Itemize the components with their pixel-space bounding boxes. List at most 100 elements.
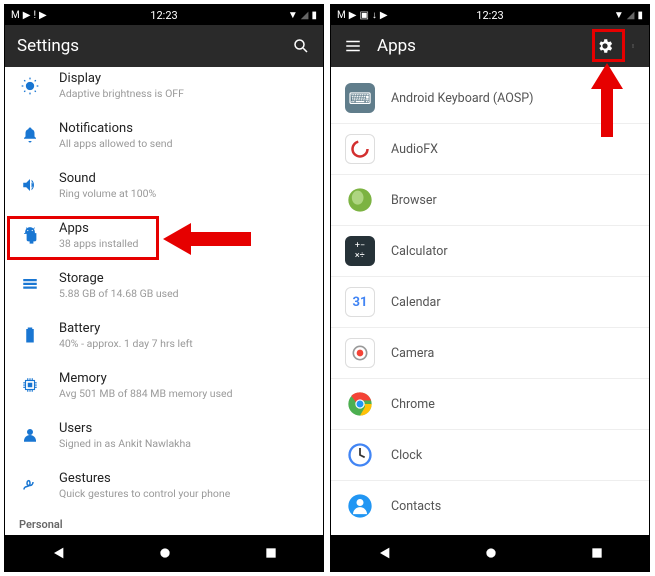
app-label: Browser xyxy=(391,193,437,208)
row-title: Gestures xyxy=(59,471,309,486)
wifi-icon: ▼ xyxy=(614,10,624,21)
storage-icon xyxy=(19,274,41,296)
status-bar: M ▶ ▣ ↓ ▶ 12:23 ▼ ◢ ▮ xyxy=(331,5,649,25)
section-personal: Personal xyxy=(5,510,323,535)
app-label: Android Keyboard (AOSP) xyxy=(391,91,534,106)
nav-bar xyxy=(5,535,323,571)
apps-title: Apps xyxy=(377,36,581,56)
row-subtitle: 5.88 GB of 14.68 GB used xyxy=(59,287,309,300)
gear-icon[interactable] xyxy=(595,36,615,56)
wifi-icon: ▼ xyxy=(288,10,298,21)
settings-title: Settings xyxy=(17,36,277,56)
settings-item-storage[interactable]: Storage5.88 GB of 14.68 GB used xyxy=(5,260,323,310)
row-title: Sound xyxy=(59,171,309,186)
signal-icon: ◢ xyxy=(627,10,635,21)
signal-icon: ◢ xyxy=(301,10,309,21)
play-icon: ▶ xyxy=(23,10,31,21)
audiofx-icon xyxy=(345,134,375,164)
battery-icon: ▮ xyxy=(637,10,643,21)
browser-icon xyxy=(345,185,375,215)
app-row-browser[interactable]: Browser xyxy=(331,174,649,225)
app-label: Contacts xyxy=(391,499,441,514)
contacts-icon xyxy=(345,491,375,521)
row-title: Users xyxy=(59,421,309,436)
clock-icon xyxy=(345,440,375,470)
settings-item-notifications[interactable]: NotificationsAll apps allowed to send xyxy=(5,110,323,160)
app-label: Clock xyxy=(391,448,422,463)
app-label: Chrome xyxy=(391,397,435,412)
camera-icon xyxy=(345,338,375,368)
play-icon: ▶ xyxy=(349,10,357,21)
battery-icon xyxy=(19,324,41,346)
nav-recent-icon[interactable] xyxy=(590,546,604,560)
memory-icon xyxy=(19,374,41,396)
row-subtitle: All apps allowed to send xyxy=(59,137,309,150)
row-subtitle: Quick gestures to control your phone xyxy=(59,487,309,500)
nav-back-icon[interactable] xyxy=(50,545,66,561)
settings-list: DisplayAdaptive brightness is OFF Notifi… xyxy=(5,67,323,535)
phone-settings: M ▶ ! ▶ 12:23 ▼ ◢ ▮ Settings DisplayAdap… xyxy=(4,4,324,572)
nav-home-icon[interactable] xyxy=(483,545,499,561)
settings-item-display[interactable]: DisplayAdaptive brightness is OFF xyxy=(5,67,323,110)
nav-back-icon[interactable] xyxy=(376,545,392,561)
settings-item-sound[interactable]: SoundRing volume at 100% xyxy=(5,160,323,210)
row-title: Apps xyxy=(59,221,309,236)
row-title: Display xyxy=(59,71,309,86)
status-time: 12:23 xyxy=(150,9,177,22)
nav-home-icon[interactable] xyxy=(157,545,173,561)
display-icon xyxy=(19,75,41,97)
row-subtitle: Signed in as Ankit Nawlakha xyxy=(59,437,309,450)
settings-item-apps[interactable]: Apps38 apps installed xyxy=(5,210,323,260)
gesture-icon xyxy=(19,474,41,496)
triangle-icon: ▶ xyxy=(39,10,47,21)
search-icon[interactable] xyxy=(291,36,311,56)
app-label: Calculator xyxy=(391,244,448,259)
bell-icon xyxy=(19,124,41,146)
overflow-icon[interactable] xyxy=(629,36,637,56)
settings-item-gestures[interactable]: GesturesQuick gestures to control your p… xyxy=(5,460,323,510)
app-label: Camera xyxy=(391,346,434,361)
row-subtitle: 40% - approx. 1 day 7 hrs left xyxy=(59,337,309,350)
app-row-chrome[interactable]: Chrome xyxy=(331,378,649,429)
gmail-icon: M xyxy=(337,10,346,21)
download-icon: ↓ xyxy=(372,10,377,21)
triangle-icon: ▶ xyxy=(380,10,388,21)
app-row-clock[interactable]: Clock xyxy=(331,429,649,480)
row-title: Notifications xyxy=(59,121,309,136)
settings-item-battery[interactable]: Battery40% - approx. 1 day 7 hrs left xyxy=(5,310,323,360)
apps-appbar: Apps xyxy=(331,25,649,67)
calculator-icon: +−×÷ xyxy=(345,236,375,266)
app-row-camera[interactable]: Camera xyxy=(331,327,649,378)
hamburger-icon[interactable] xyxy=(343,36,363,56)
row-subtitle: Ring volume at 100% xyxy=(59,187,309,200)
app-row-audiofx[interactable]: AudioFX xyxy=(331,123,649,174)
nav-bar xyxy=(331,535,649,571)
row-title: Storage xyxy=(59,271,309,286)
battery-icon: ▮ xyxy=(311,10,317,21)
settings-item-memory[interactable]: MemoryAvg 501 MB of 884 MB memory used xyxy=(5,360,323,410)
app-label: AudioFX xyxy=(391,142,438,157)
android-icon xyxy=(19,224,41,246)
app-row-keyboard[interactable]: ⌨ Android Keyboard (AOSP) xyxy=(331,67,649,123)
row-title: Battery xyxy=(59,321,309,336)
keyboard-icon: ⌨ xyxy=(345,83,375,113)
app-row-contacts[interactable]: Contacts xyxy=(331,480,649,531)
row-title: Memory xyxy=(59,371,309,386)
row-subtitle: 38 apps installed xyxy=(59,237,309,250)
row-subtitle: Adaptive brightness is OFF xyxy=(59,87,309,100)
sound-icon xyxy=(19,174,41,196)
user-icon xyxy=(19,424,41,446)
chrome-icon xyxy=(345,389,375,419)
phone-apps: M ▶ ▣ ↓ ▶ 12:23 ▼ ◢ ▮ Apps ⌨ Android Key… xyxy=(330,4,650,572)
nav-recent-icon[interactable] xyxy=(264,546,278,560)
status-time: 12:23 xyxy=(476,9,503,22)
apps-list: ⌨ Android Keyboard (AOSP) AudioFX Browse… xyxy=(331,67,649,535)
status-bar: M ▶ ! ▶ 12:23 ▼ ◢ ▮ xyxy=(5,5,323,25)
settings-item-users[interactable]: UsersSigned in as Ankit Nawlakha xyxy=(5,410,323,460)
picture-icon: ▣ xyxy=(359,10,368,21)
calendar-icon: 31 xyxy=(345,287,375,317)
app-row-calculator[interactable]: +−×÷ Calculator xyxy=(331,225,649,276)
app-row-calendar[interactable]: 31 Calendar xyxy=(331,276,649,327)
row-subtitle: Avg 501 MB of 884 MB memory used xyxy=(59,387,309,400)
gmail-icon: M xyxy=(11,10,20,21)
